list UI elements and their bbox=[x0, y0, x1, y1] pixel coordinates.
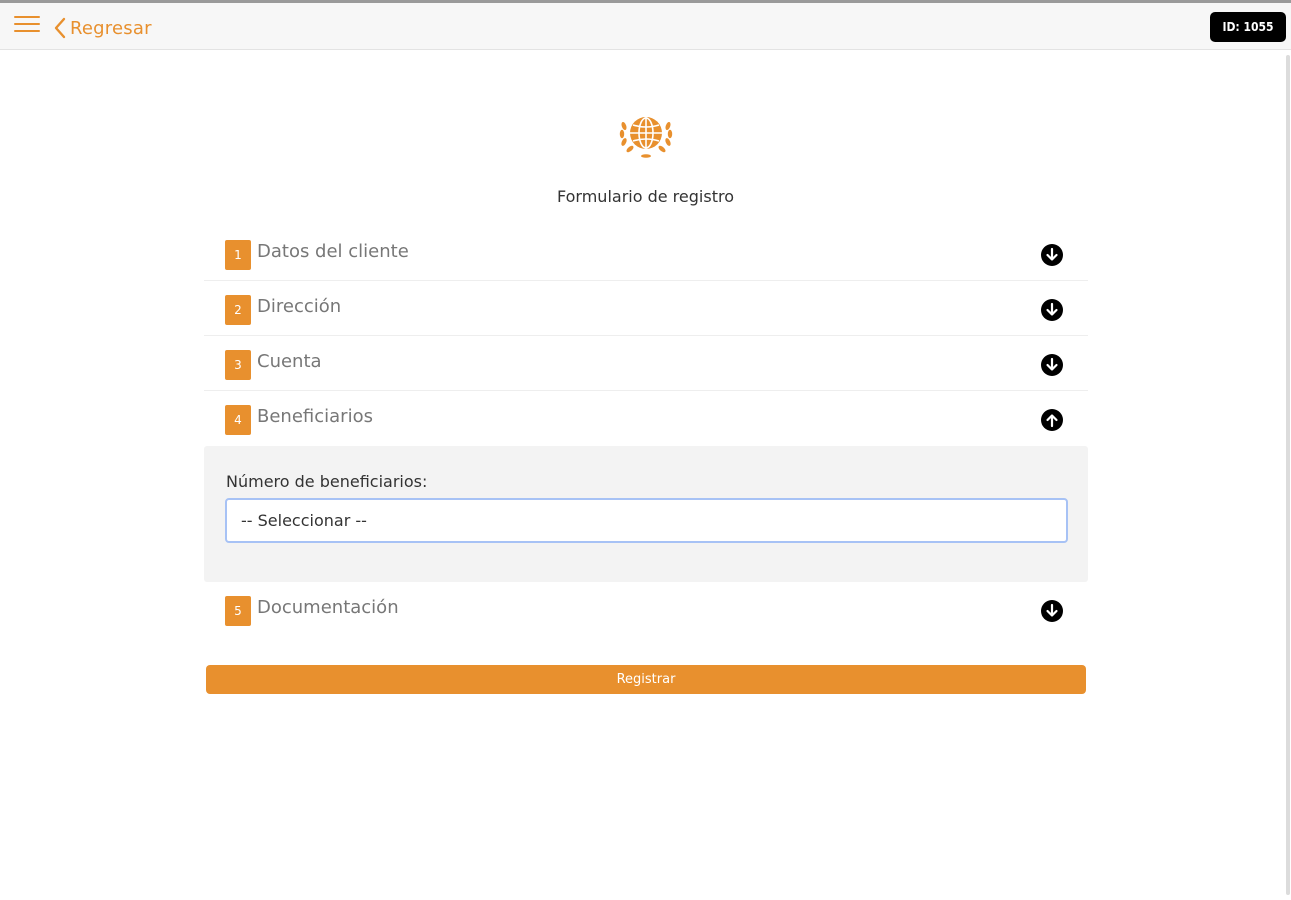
section-beneficiaries[interactable]: 4 Beneficiarios bbox=[204, 391, 1088, 446]
section-label: Cuenta bbox=[257, 351, 322, 372]
section-label: Datos del cliente bbox=[257, 241, 409, 262]
register-button[interactable]: Registrar bbox=[206, 665, 1086, 694]
registration-accordion: 1 Datos del cliente 2 Dirección 3 Cuenta… bbox=[204, 226, 1088, 637]
arrow-down-circle-icon[interactable] bbox=[1040, 243, 1064, 267]
step-number: 2 bbox=[225, 295, 251, 325]
section-address[interactable]: 2 Dirección bbox=[204, 281, 1088, 336]
scrollbar[interactable] bbox=[1285, 55, 1291, 900]
section-account[interactable]: 3 Cuenta bbox=[204, 336, 1088, 391]
section-documentation[interactable]: 5 Documentación bbox=[204, 582, 1088, 637]
chevron-left-icon bbox=[54, 17, 66, 39]
step-number: 3 bbox=[225, 350, 251, 380]
beneficiaries-count-select[interactable]: -- Seleccionar -- bbox=[225, 498, 1068, 543]
section-label: Dirección bbox=[257, 296, 342, 317]
top-bar: Regresar ID: 1055 bbox=[0, 3, 1291, 50]
arrow-down-circle-icon[interactable] bbox=[1040, 599, 1064, 623]
form-title: Formulario de registro bbox=[557, 187, 734, 206]
user-id-badge: ID: 1055 bbox=[1210, 12, 1286, 42]
step-number: 1 bbox=[225, 240, 251, 270]
section-label: Documentación bbox=[257, 597, 399, 618]
section-client-data[interactable]: 1 Datos del cliente bbox=[204, 226, 1088, 281]
back-button[interactable]: Regresar bbox=[54, 15, 152, 41]
step-number: 5 bbox=[225, 596, 251, 626]
beneficiaries-count-label: Número de beneficiarios: bbox=[226, 472, 428, 491]
step-number: 4 bbox=[225, 405, 251, 435]
section-label: Beneficiarios bbox=[257, 406, 373, 427]
scrollbar-thumb[interactable] bbox=[1286, 55, 1290, 895]
beneficiaries-panel: Número de beneficiarios: -- Seleccionar … bbox=[204, 446, 1088, 582]
back-label: Regresar bbox=[70, 17, 152, 39]
globe-laurel-icon bbox=[619, 117, 673, 158]
arrow-down-circle-icon[interactable] bbox=[1040, 353, 1064, 377]
arrow-down-circle-icon[interactable] bbox=[1040, 298, 1064, 322]
hamburger-icon[interactable] bbox=[14, 16, 40, 36]
arrow-up-circle-icon[interactable] bbox=[1040, 408, 1064, 432]
